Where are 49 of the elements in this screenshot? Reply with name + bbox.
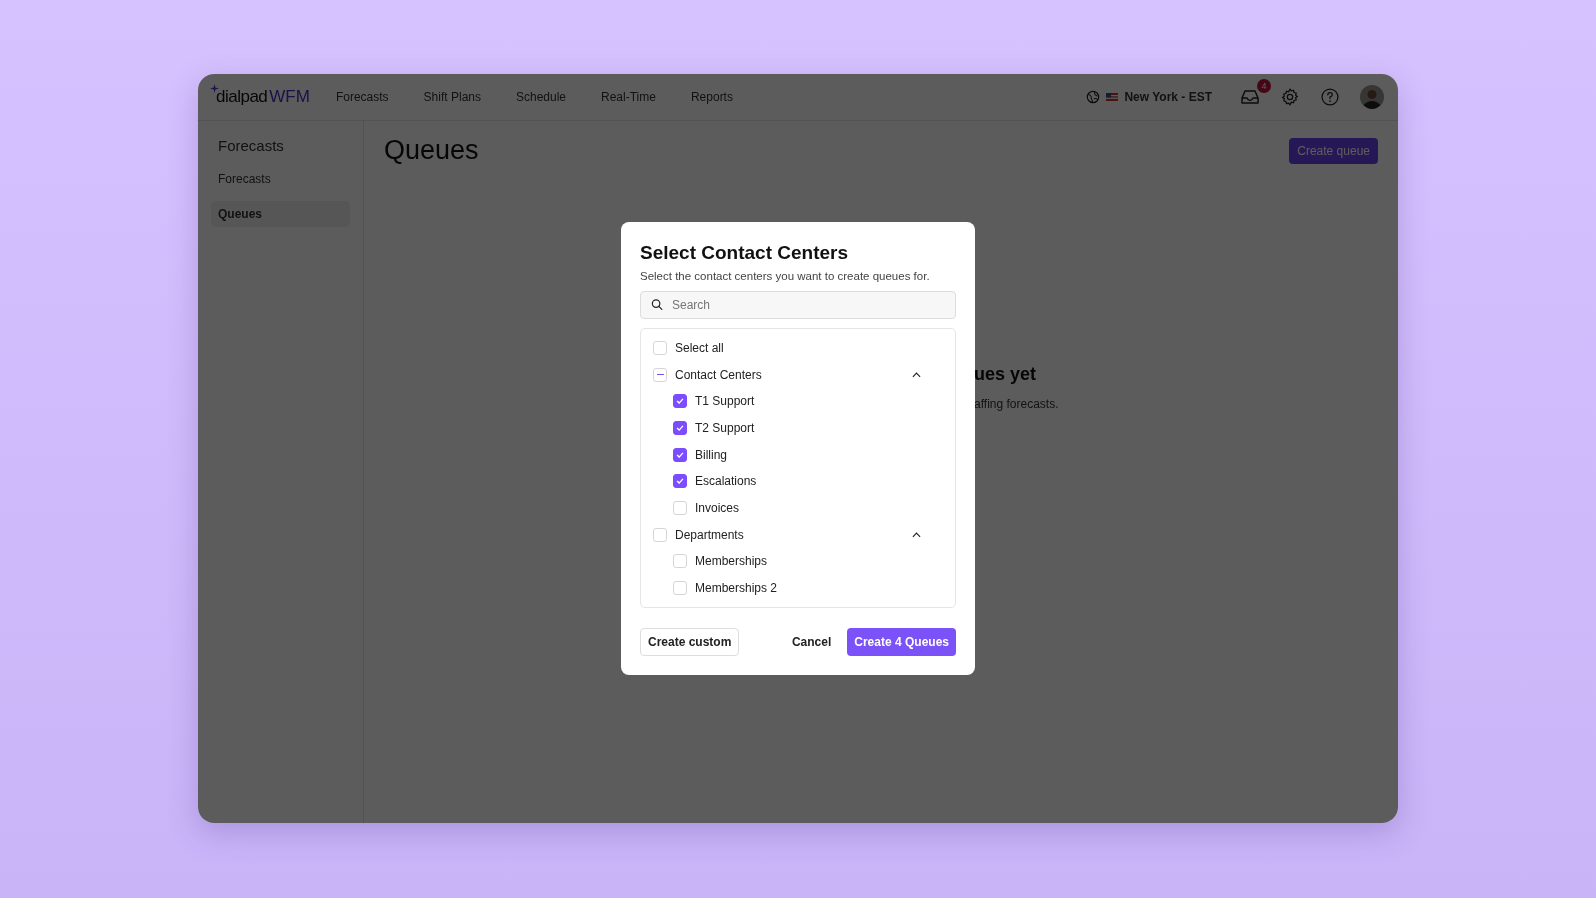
sidebar-item[interactable]: Queues	[211, 201, 350, 227]
nav-link[interactable]: Shift Plans	[423, 90, 481, 104]
empty-state-title: ues yet	[974, 364, 1038, 385]
dialog-title: Select Contact Centers	[640, 241, 849, 264]
sidebar-item[interactable]: Forecasts	[211, 166, 350, 192]
nav-link[interactable]: Real-Time	[601, 90, 656, 104]
logo-text: dialpad	[216, 87, 268, 107]
dash-icon	[656, 373, 664, 376]
checkbox[interactable]	[673, 394, 687, 409]
globe-icon	[1086, 90, 1101, 104]
notification-badge: 4	[1257, 79, 1271, 93]
check-icon	[675, 476, 685, 487]
group-label: Contact Centers	[675, 367, 763, 382]
help-icon[interactable]	[1320, 87, 1340, 107]
create-custom-button[interactable]: Create custom	[640, 628, 740, 657]
search-icon	[651, 298, 663, 312]
avatar[interactable]	[1360, 85, 1384, 109]
cancel-button[interactable]: Cancel	[783, 629, 840, 656]
nav-link[interactable]: Forecasts	[335, 90, 389, 104]
checkbox[interactable]	[673, 474, 687, 489]
dialog-subtitle: Select the contact centers you want to create queues for.	[640, 269, 931, 282]
page-title: Queues	[384, 135, 479, 166]
inbox-icon[interactable]	[1240, 88, 1260, 106]
nav-link[interactable]: Schedule	[516, 90, 567, 104]
chevron-up-icon[interactable]	[912, 531, 921, 538]
sidebar-title: Forecasts	[217, 137, 285, 154]
checkbox[interactable]	[673, 420, 687, 435]
checkbox-label: Escalations	[695, 474, 757, 489]
nav-link[interactable]: Reports	[690, 90, 733, 104]
create-queue-button[interactable]: Create queue	[1289, 137, 1378, 164]
search-field[interactable]: Search	[640, 290, 956, 319]
checkbox-label: Memberships	[695, 554, 768, 569]
checkbox-label: Select all	[675, 340, 724, 355]
checkbox-label: Invoices	[695, 501, 740, 516]
checkbox-label: Memberships 2	[695, 581, 778, 596]
checkbox[interactable]	[673, 447, 687, 462]
empty-state-text: affing forecasts.	[974, 397, 1059, 411]
timezone-label[interactable]: New York - EST	[1124, 90, 1212, 104]
search-input[interactable]: Search	[670, 296, 945, 313]
flag-icon	[1106, 93, 1119, 101]
checkbox-label: Billing	[695, 447, 727, 462]
logo-product: WFM	[269, 87, 310, 107]
checkbox-label: T1 Support	[695, 394, 755, 409]
chevron-up-icon[interactable]	[912, 371, 921, 378]
settings-icon[interactable]	[1280, 87, 1300, 107]
group-label: Departments	[675, 527, 745, 542]
create-queues-button[interactable]: Create 4 Queues	[847, 628, 956, 657]
checkbox-label: T2 Support	[695, 420, 755, 435]
check-icon	[675, 396, 685, 407]
